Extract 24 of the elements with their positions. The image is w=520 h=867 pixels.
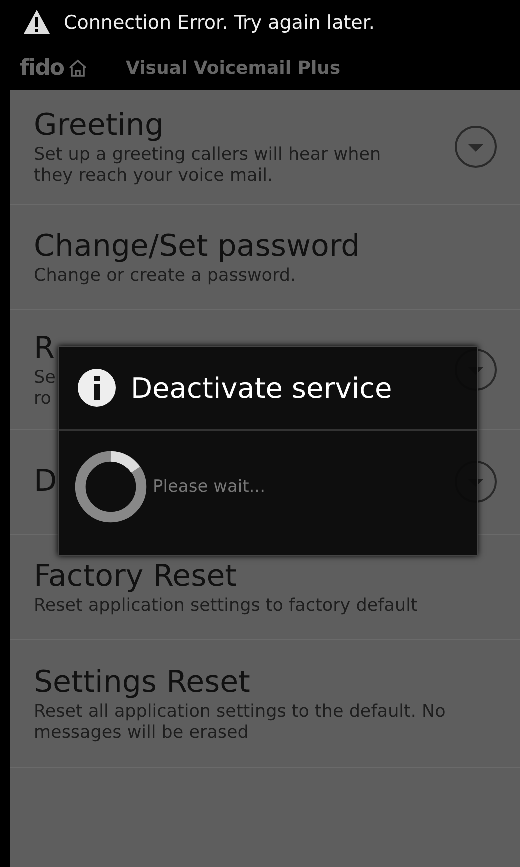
app-logo: fido xyxy=(20,56,64,80)
settings-description: Change or create a password. xyxy=(34,266,296,286)
info-icon xyxy=(77,368,117,408)
settings-title: R xyxy=(34,330,55,368)
settings-description: Se xyxy=(34,368,56,388)
settings-description: Reset application settings to factory default xyxy=(34,596,418,616)
dialog-message: Please wait... xyxy=(153,477,266,497)
settings-title: Factory Reset xyxy=(34,558,237,596)
loading-spinner-icon xyxy=(73,449,149,525)
settings-title: D xyxy=(34,463,58,501)
settings-description: Set up a greeting callers will hear when they reach your voice mail. xyxy=(34,145,382,187)
expand-icon[interactable] xyxy=(454,125,498,169)
settings-description: ro xyxy=(34,388,52,410)
app-title: Visual Voicemail Plus xyxy=(126,58,341,78)
settings-item[interactable]: Change/Set password Change or create a password. xyxy=(10,205,520,310)
settings-item[interactable]: Greeting Set up a greeting callers will hear when they reach your voice mail. xyxy=(10,90,520,205)
settings-description: Reset all application settings to the default. No messages will be erased xyxy=(34,702,447,744)
settings-title: Greeting xyxy=(34,107,164,145)
notification-text: Connection Error. Try again later. xyxy=(64,12,375,34)
dialog-title: Deactivate service xyxy=(131,372,392,404)
settings-title: Settings Reset xyxy=(34,664,250,702)
home-icon[interactable] xyxy=(68,58,88,78)
settings-title: Change/Set password xyxy=(34,228,360,266)
settings-item[interactable]: Settings Reset Reset all application settings to the default. No messages will be erased xyxy=(10,640,520,768)
